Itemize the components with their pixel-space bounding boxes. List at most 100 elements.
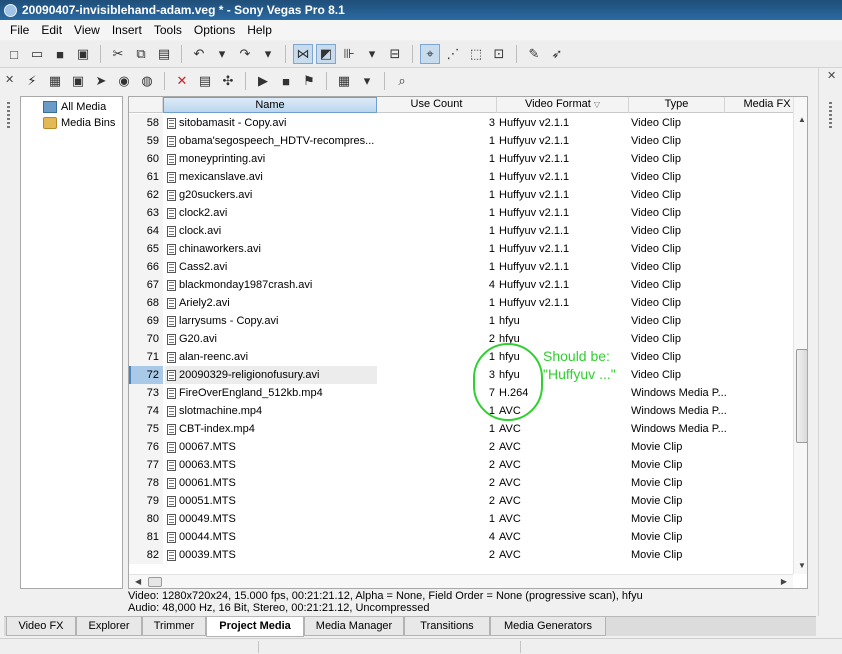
- tab-media-manager[interactable]: Media Manager: [304, 617, 404, 636]
- row-number: 77: [129, 456, 163, 474]
- tab-project-media[interactable]: Project Media: [206, 617, 304, 637]
- close-icon[interactable]: ✕: [827, 69, 836, 82]
- menu-help[interactable]: Help: [241, 23, 278, 37]
- menu-file[interactable]: File: [4, 23, 35, 37]
- vertical-scrollbar[interactable]: ▲ ▼: [793, 97, 807, 574]
- open-folder-icon[interactable]: ▭: [27, 44, 47, 64]
- grip-handle[interactable]: [829, 102, 832, 128]
- get-photo-icon[interactable]: ◍: [137, 71, 157, 91]
- column-header-name[interactable]: Name: [163, 97, 377, 113]
- scroll-up-icon[interactable]: ▲: [798, 115, 806, 124]
- auto-preview-icon[interactable]: ⚑: [299, 71, 319, 91]
- lock-envelopes-icon[interactable]: ⊟: [385, 44, 405, 64]
- undo-icon[interactable]: ↶: [189, 44, 209, 64]
- refresh-icon[interactable]: ⚡: [22, 71, 42, 91]
- tab-trimmer[interactable]: Trimmer: [142, 617, 206, 636]
- snapping-icon[interactable]: ⋈: [293, 44, 313, 64]
- menu-edit[interactable]: Edit: [35, 23, 68, 37]
- capture-video-icon[interactable]: ▣: [68, 71, 88, 91]
- search-icon[interactable]: ⌕: [392, 71, 412, 91]
- table-row[interactable]: 70 G20.avi 2 hfyu Video Clip: [129, 330, 793, 348]
- redo-icon[interactable]: ↷: [235, 44, 255, 64]
- whats-this-icon[interactable]: ➶: [547, 44, 567, 64]
- new-file-icon[interactable]: □: [4, 44, 24, 64]
- table-row[interactable]: 78 00061.MTS 2 AVC Movie Clip: [129, 474, 793, 492]
- column-header-use-count[interactable]: Use Count: [377, 97, 497, 113]
- envelope-tool-icon[interactable]: ⋰: [443, 44, 463, 64]
- tree-item-media-bins[interactable]: Media Bins: [21, 115, 122, 131]
- use-count: 1: [488, 243, 495, 255]
- extract-audio-icon[interactable]: ◉: [114, 71, 134, 91]
- copy-icon[interactable]: ⧉: [131, 44, 151, 64]
- scroll-thumb[interactable]: [796, 349, 807, 443]
- table-row[interactable]: 61 mexicanslave.avi 1 Huffyuv v2.1.1 Video C…: [129, 168, 793, 186]
- play-icon[interactable]: ▶: [253, 71, 273, 91]
- auto-crossfade-icon[interactable]: ◩: [316, 44, 336, 64]
- menu-bar: File Edit View Insert Tools Options Help: [0, 20, 842, 40]
- menu-insert[interactable]: Insert: [106, 23, 148, 37]
- table-row[interactable]: 63 clock2.avi 1 Huffyuv v2.1.1 Video Clip: [129, 204, 793, 222]
- cut-icon[interactable]: ✂: [108, 44, 128, 64]
- ripple-dropdown-icon[interactable]: ▾: [362, 44, 382, 64]
- import-media-icon[interactable]: ▦: [45, 71, 65, 91]
- table-row[interactable]: 60 moneyprinting.avi 1 Huffyuv v2.1.1 Video …: [129, 150, 793, 168]
- app-icon: [4, 3, 17, 17]
- tab-explorer[interactable]: Explorer: [76, 617, 142, 636]
- table-row[interactable]: 73 FireOverEngland_512kb.mp4 7 H.264 Windows…: [129, 384, 793, 402]
- table-row[interactable]: 80 00049.MTS 1 AVC Movie Clip: [129, 510, 793, 528]
- selection-tool-icon[interactable]: ⬚: [466, 44, 486, 64]
- views-dropdown-icon[interactable]: ▾: [357, 71, 377, 91]
- table-row[interactable]: 71 alan-reenc.avi 1 hfyu Video Clip: [129, 348, 793, 366]
- table-row[interactable]: 62 g20suckers.avi 1 Huffyuv v2.1.1 Video Cli…: [129, 186, 793, 204]
- tab-video-fx[interactable]: Video FX: [6, 617, 76, 636]
- tab-transitions[interactable]: Transitions: [404, 617, 490, 636]
- remove-icon[interactable]: ✕: [172, 71, 192, 91]
- stop-icon[interactable]: ■: [276, 71, 296, 91]
- table-row[interactable]: 67 blackmonday1987crash.avi 4 Huffyuv v2.1.…: [129, 276, 793, 294]
- menu-options[interactable]: Options: [188, 23, 241, 37]
- table-row[interactable]: 82 00039.MTS 2 AVC Movie Clip: [129, 546, 793, 564]
- save-icon[interactable]: ■: [50, 44, 70, 64]
- table-row[interactable]: 77 00063.MTS 2 AVC Movie Clip: [129, 456, 793, 474]
- panel-dock-grip[interactable]: ✕: [4, 72, 14, 612]
- get-media-web-icon[interactable]: ➤: [91, 71, 111, 91]
- table-row[interactable]: 65 chinaworkers.avi 1 Huffyuv v2.1.1 Video C…: [129, 240, 793, 258]
- tab-media-generators[interactable]: Media Generators: [490, 617, 606, 636]
- properties-icon[interactable]: ✎: [524, 44, 544, 64]
- media-properties-icon[interactable]: ▤: [195, 71, 215, 91]
- redo-dropdown-icon[interactable]: ▾: [258, 44, 278, 64]
- paste-icon[interactable]: ▤: [154, 44, 174, 64]
- media-fx-icon[interactable]: ✣: [218, 71, 238, 91]
- normal-edit-tool-icon[interactable]: ⌖: [420, 44, 440, 64]
- table-row[interactable]: 81 00044.MTS 4 AVC Movie Clip: [129, 528, 793, 546]
- table-row[interactable]: 59 obama'segospeech_HDTV-recompres... 1 Huf…: [129, 132, 793, 150]
- table-row[interactable]: 58 sitobamasit - Copy.avi 3 Huffyuv v2.1.1 V…: [129, 114, 793, 132]
- close-icon[interactable]: ✕: [5, 73, 14, 86]
- table-row[interactable]: 79 00051.MTS 2 AVC Movie Clip: [129, 492, 793, 510]
- table-row[interactable]: 75 CBT-index.mp4 1 AVC Windows Media P...: [129, 420, 793, 438]
- views-icon[interactable]: ▦: [334, 71, 354, 91]
- table-row[interactable]: 72 20090329-religionofusury.avi 3 hfyu Video…: [129, 366, 793, 384]
- column-header-type[interactable]: Type: [629, 97, 725, 113]
- render-icon[interactable]: ▣: [73, 44, 93, 64]
- table-row[interactable]: 74 slotmachine.mp4 1 AVC Windows Media P...: [129, 402, 793, 420]
- scroll-left-icon[interactable]: ◀: [135, 577, 141, 586]
- tree-item-all-media[interactable]: All Media: [21, 99, 122, 115]
- video-file-icon: [167, 388, 176, 399]
- horizontal-scrollbar[interactable]: ◀ ▶: [129, 574, 793, 588]
- scroll-thumb[interactable]: [148, 577, 162, 587]
- column-header-video-format[interactable]: Video Format ▽: [497, 97, 629, 113]
- scroll-right-icon[interactable]: ▶: [781, 577, 787, 586]
- menu-tools[interactable]: Tools: [148, 23, 188, 37]
- ripple-edit-icon[interactable]: ⊪: [339, 44, 359, 64]
- scroll-down-icon[interactable]: ▼: [798, 561, 806, 570]
- table-row[interactable]: 69 larrysums - Copy.avi 1 hfyu Video Clip: [129, 312, 793, 330]
- table-row[interactable]: 66 Cass2.avi 1 Huffyuv v2.1.1 Video Clip: [129, 258, 793, 276]
- zoom-tool-icon[interactable]: ⊡: [489, 44, 509, 64]
- table-row[interactable]: 64 clock.avi 1 Huffyuv v2.1.1 Video Clip: [129, 222, 793, 240]
- undo-dropdown-icon[interactable]: ▾: [212, 44, 232, 64]
- table-row[interactable]: 68 Ariely2.avi 1 Huffyuv v2.1.1 Video Clip: [129, 294, 793, 312]
- menu-view[interactable]: View: [68, 23, 106, 37]
- table-row[interactable]: 76 00067.MTS 2 AVC Movie Clip: [129, 438, 793, 456]
- grip-handle[interactable]: [7, 102, 10, 128]
